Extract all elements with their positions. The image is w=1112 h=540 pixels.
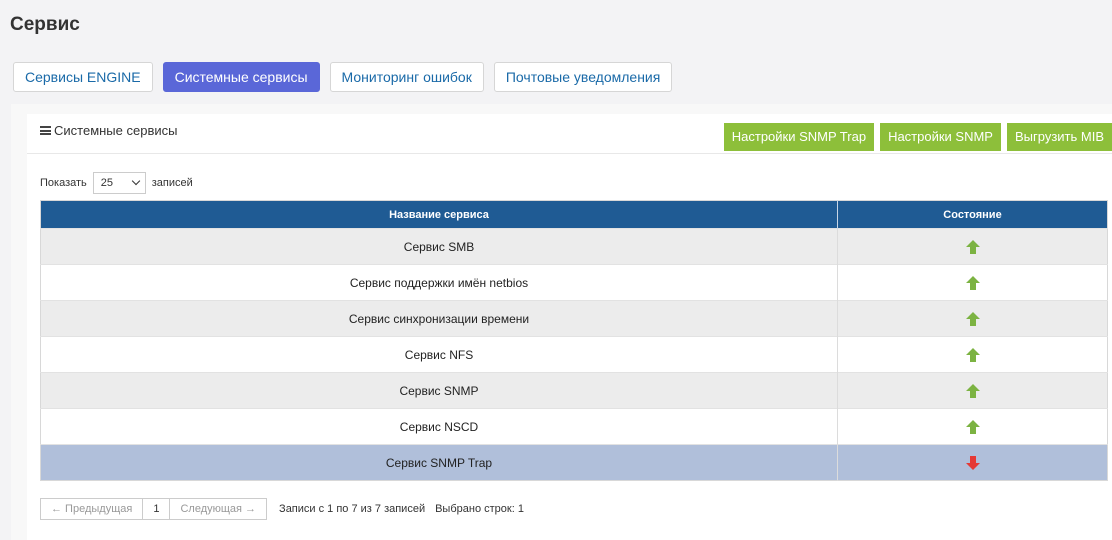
services-table: Название сервиса Состояние Сервис SMB Сер… (40, 200, 1108, 481)
table-row[interactable]: Сервис SMB (40, 228, 1108, 265)
panel-title: Системные сервисы (40, 123, 177, 138)
arrow-up-icon (965, 419, 980, 434)
status-cell (837, 408, 1108, 445)
table-row[interactable]: Сервис SNMP (40, 372, 1108, 409)
table-row[interactable]: Сервис синхронизации времени (40, 300, 1108, 337)
service-name-cell: Сервис поддержки имён netbios (40, 264, 838, 301)
records-info: Записи с 1 по 7 из 7 записей (279, 503, 426, 515)
selected-rows-info: Выбрано строк: 1 (435, 503, 524, 515)
tab-mail-notifications[interactable]: Почтовые уведомления (493, 62, 673, 92)
service-name-cell: Сервис SMB (40, 228, 838, 265)
length-suffix: записей (151, 177, 193, 189)
table-row[interactable]: Сервис SNMP Trap (40, 444, 1108, 481)
page-length-select[interactable]: 25 (92, 172, 146, 194)
tab-bar: Сервисы ENGINE Системные сервисы Монитор… (13, 62, 682, 92)
tab-engine-services[interactable]: Сервисы ENGINE (13, 62, 153, 92)
panel-title-text: Системные сервисы (54, 123, 178, 138)
service-name-cell: Сервис SNMP (40, 372, 838, 409)
table-header-row: Название сервиса Состояние (40, 200, 1108, 229)
next-page-button[interactable]: Следующая → (169, 498, 268, 520)
column-header-status[interactable]: Состояние (837, 200, 1108, 229)
table-row[interactable]: Сервис поддержки имён netbios (40, 264, 1108, 301)
table-row[interactable]: Сервис NFS (40, 336, 1108, 373)
status-cell (837, 372, 1108, 409)
page-length-value: 25 (100, 177, 114, 189)
page-number-button[interactable]: 1 (143, 498, 170, 520)
column-header-service-name[interactable]: Название сервиса (40, 200, 838, 229)
table-row[interactable]: Сервис NSCD (40, 408, 1108, 445)
arrow-up-icon (965, 275, 980, 290)
service-name-cell: Сервис SNMP Trap (40, 444, 838, 481)
status-cell (837, 228, 1108, 265)
chevron-down-icon (131, 176, 141, 186)
export-mib-button[interactable]: Выгрузить MIB (1006, 123, 1112, 151)
service-name-cell: Сервис NSCD (40, 408, 838, 445)
page-length-control: Показать 25 записей (40, 172, 193, 194)
arrow-up-icon (965, 347, 980, 362)
system-services-panel: Системные сервисы Настройки SNMP Trap На… (27, 114, 1112, 540)
snmp-trap-settings-button[interactable]: Настройки SNMP Trap (723, 123, 875, 151)
status-cell (837, 336, 1108, 373)
tab-system-services[interactable]: Системные сервисы (162, 62, 320, 92)
arrow-up-icon (965, 383, 980, 398)
pagination: ← Предыдущая 1 Следующая → Записи с 1 по… (40, 498, 524, 520)
tab-error-monitoring[interactable]: Мониторинг ошибок (329, 62, 484, 92)
service-name-cell: Сервис синхронизации времени (40, 300, 838, 337)
previous-page-button[interactable]: ← Предыдущая (40, 498, 144, 520)
panel-actions: Настройки SNMP Trap Настройки SNMP Выгру… (718, 123, 1112, 151)
panel-header: Системные сервисы Настройки SNMP Trap На… (27, 114, 1112, 154)
arrow-up-icon (965, 239, 980, 254)
arrow-up-icon (965, 311, 980, 326)
length-prefix: Показать (40, 177, 87, 189)
page-title: Сервис (10, 14, 80, 35)
status-cell (837, 444, 1108, 481)
menu-icon (40, 126, 51, 135)
status-cell (837, 264, 1108, 301)
snmp-settings-button[interactable]: Настройки SNMP (880, 123, 1001, 151)
service-name-cell: Сервис NFS (40, 336, 838, 373)
arrow-down-icon (965, 455, 980, 470)
status-cell (837, 300, 1108, 337)
